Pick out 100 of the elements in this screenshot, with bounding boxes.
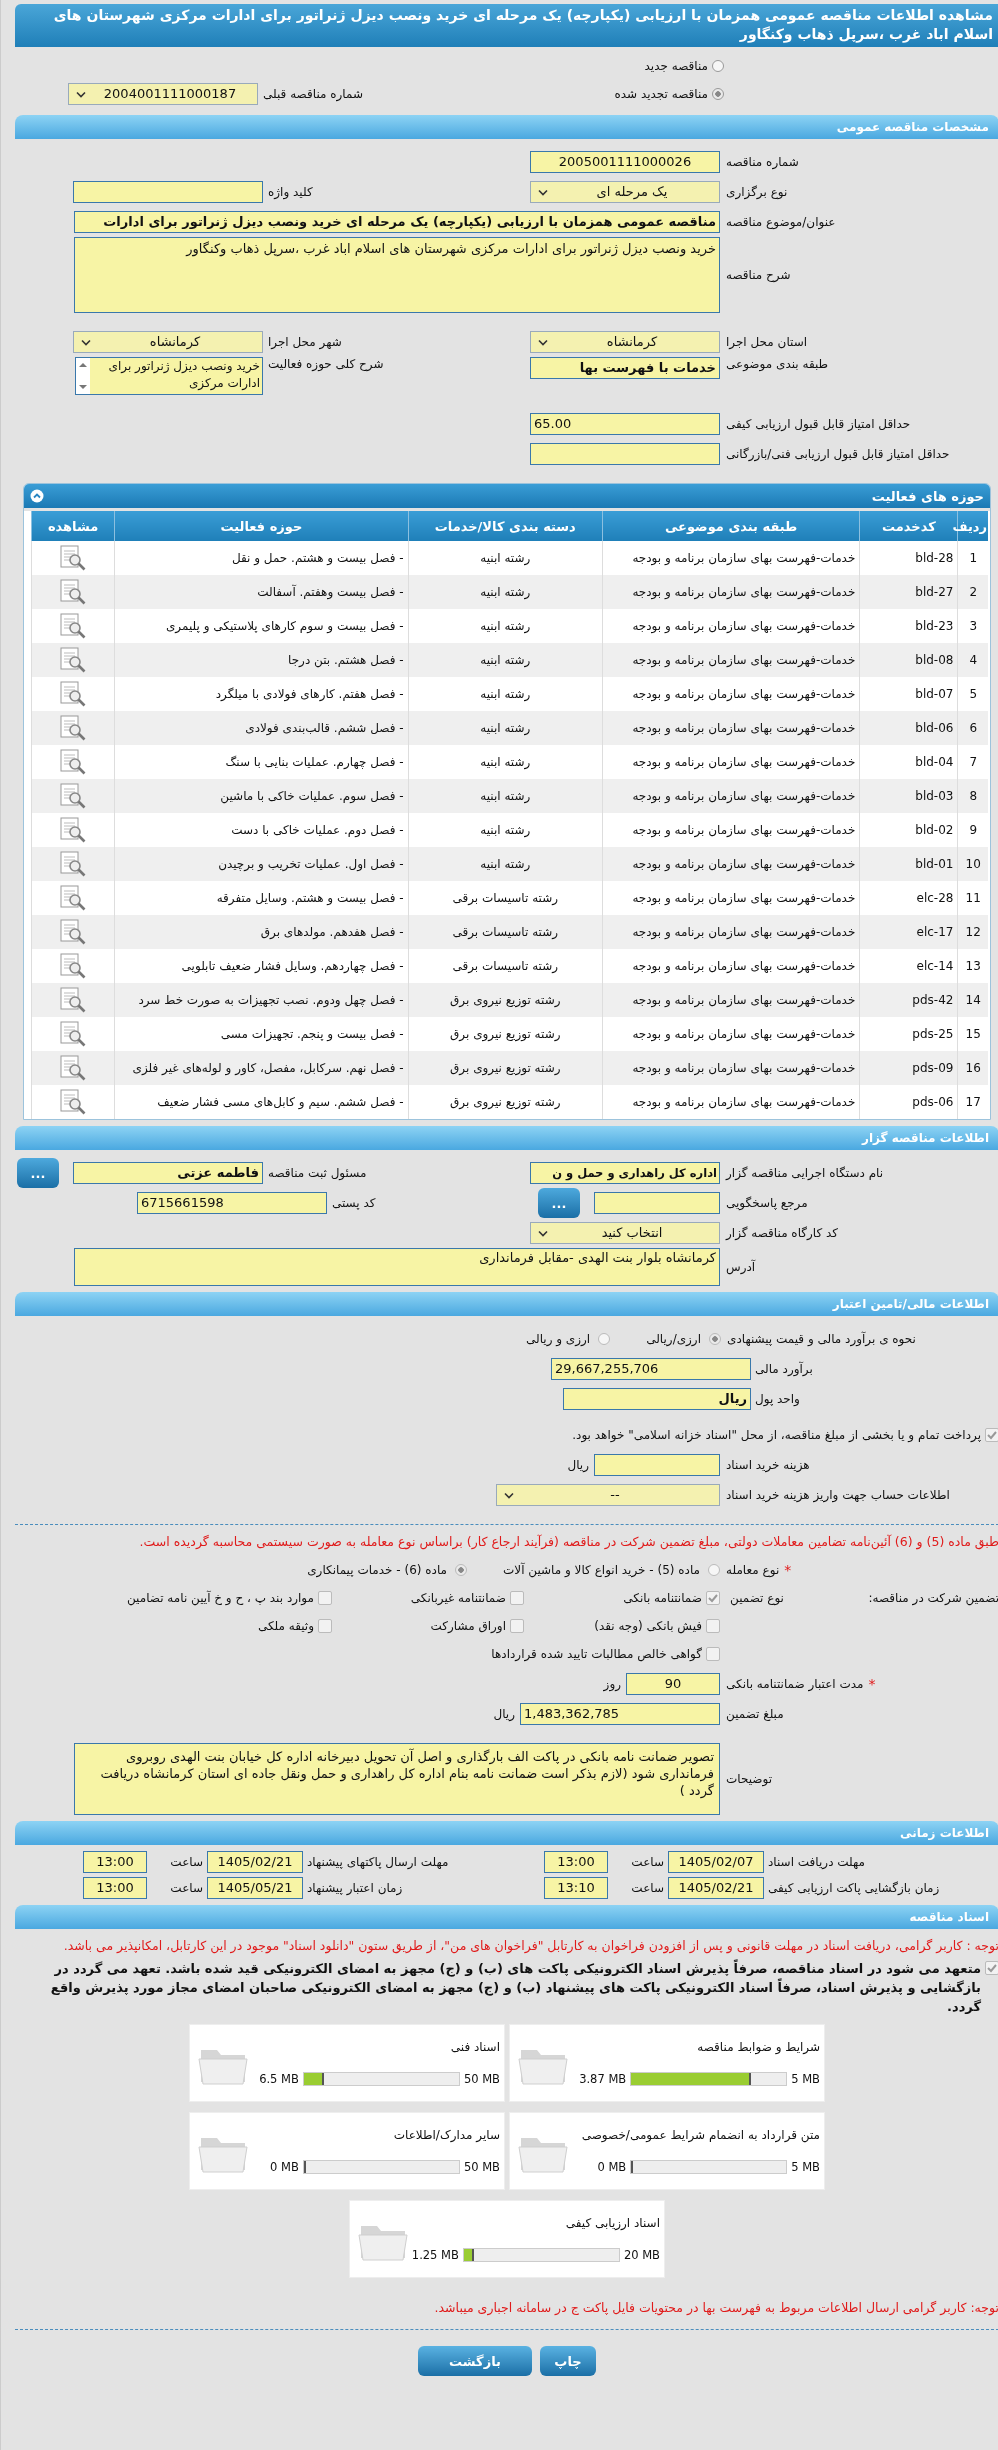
- radio-button[interactable]: [708, 1564, 720, 1576]
- checkbox[interactable]: [985, 1961, 998, 1975]
- checkbox[interactable]: [510, 1619, 524, 1633]
- table-cell: 10: [957, 847, 988, 881]
- checkbox[interactable]: [706, 1647, 720, 1661]
- option-label: ارزی/ریالی: [646, 1332, 701, 1346]
- table-cell: pds-09: [859, 1051, 958, 1085]
- table-cell: رشته ابنیه: [408, 711, 603, 745]
- radio-button[interactable]: [598, 1333, 611, 1345]
- collapse-icon[interactable]: [30, 489, 44, 503]
- document-search-icon[interactable]: [59, 715, 88, 741]
- field-label: شماره مناقصه: [725, 155, 800, 169]
- address-field[interactable]: کرمانشاه بلوار بنت الهدی -مقابل فرمانداری: [74, 1248, 720, 1286]
- document-search-icon[interactable]: [59, 647, 88, 673]
- reference-field[interactable]: [594, 1192, 720, 1214]
- currency-field[interactable]: ریال: [563, 1388, 751, 1410]
- browse-button[interactable]: ...: [538, 1188, 580, 1218]
- field-label: آدرس: [725, 1260, 757, 1274]
- holding-type-dropdown[interactable]: یک مرحله ای: [530, 181, 720, 203]
- checkbox[interactable]: [318, 1619, 332, 1633]
- field-label: شرح کلی حوزه فعالیت: [267, 357, 385, 371]
- field-label: نوع برگزاری: [725, 185, 789, 199]
- registrar-field[interactable]: فاطمه عزتی: [73, 1162, 263, 1184]
- field-label: نحوه ی برآورد مالی و قیمت پیشنهادی: [726, 1332, 917, 1346]
- technical-score-field[interactable]: [530, 443, 720, 465]
- document-name: سایر مدارک/اطلاعات: [392, 2128, 500, 2142]
- document-search-icon[interactable]: [59, 987, 88, 1013]
- agency-field[interactable]: اداره کل راهداری و حمل و ن: [530, 1162, 720, 1184]
- document-search-icon[interactable]: [59, 783, 88, 809]
- document-name: شرایط و ضوابط مناقصه: [696, 2040, 820, 2054]
- checkbox-label: ضمانتنامه غیربانکی: [410, 1591, 506, 1605]
- date-field[interactable]: 1405/02/21: [207, 1851, 303, 1873]
- description-field[interactable]: خرید ونصب دیزل ژنراتور برای ادارات مرکزی شهرستان های اسلام اباد غرب ،سرپل ذهاب وکنگاور: [74, 237, 720, 313]
- document-search-icon[interactable]: [59, 817, 88, 843]
- document-search-icon[interactable]: [59, 613, 88, 639]
- previous-tender-dropdown[interactable]: 2004001111000187: [68, 83, 258, 105]
- radio-button[interactable]: [712, 88, 724, 100]
- checkbox[interactable]: [706, 1619, 720, 1633]
- section-header: اطلاعات مالی/تامین اعتبار: [15, 1292, 998, 1316]
- estimate-field[interactable]: 29,667,255,706: [551, 1358, 751, 1380]
- document-search-icon[interactable]: [59, 885, 88, 911]
- checkbox[interactable]: [985, 1428, 998, 1442]
- action-button[interactable]: چاپ: [540, 2346, 596, 2376]
- guarantee-amount-field[interactable]: 1,483,362,785: [520, 1703, 720, 1725]
- time-field[interactable]: 13:00: [83, 1877, 147, 1899]
- field-label: استان محل اجرا: [725, 335, 809, 349]
- document-search-icon[interactable]: [59, 851, 88, 877]
- document-search-icon[interactable]: [59, 919, 88, 945]
- checkbox-label: فیش بانکی (وجه نقد): [594, 1619, 702, 1633]
- document-search-icon[interactable]: [59, 1021, 88, 1047]
- keyword-field[interactable]: [73, 181, 263, 203]
- checkbox[interactable]: [510, 1591, 524, 1605]
- browse-button[interactable]: ...: [17, 1158, 59, 1188]
- notes-field[interactable]: تصویر ضمانت نامه بانکی در پاکت الف بارگذاری و اصل آن تحویل دبیرخانه اداره کل خیابان بنت الهدی روبروی فرمانداری شود (لازم بذکر است ضمانت نامه بنام اداره کل راهداری و حمل ونقل جاده ای استان کرمانشاه دریافت گردد ): [74, 1743, 720, 1815]
- used-size: 6.5 MB: [259, 2072, 299, 2086]
- document-search-icon[interactable]: [59, 1055, 88, 1081]
- document-search-icon[interactable]: [59, 1089, 88, 1115]
- date-field[interactable]: 1405/05/21: [207, 1877, 303, 1899]
- time-field[interactable]: 13:00: [83, 1851, 147, 1873]
- table-cell: خدمات-فهرست بهای سازمان برنامه و بودجه: [602, 643, 860, 677]
- date-field[interactable]: 1405/02/07: [668, 1851, 764, 1873]
- checkbox[interactable]: [706, 1591, 720, 1605]
- table-cell: خدمات-فهرست بهای سازمان برنامه و بودجه: [602, 1051, 860, 1085]
- checkbox[interactable]: [318, 1591, 332, 1605]
- date-field[interactable]: 1405/02/21: [668, 1877, 764, 1899]
- document-search-icon[interactable]: [59, 749, 88, 775]
- checkbox-label: اوراق مشارکت: [430, 1619, 506, 1633]
- workshop-code-dropdown[interactable]: انتخاب کنید: [530, 1222, 720, 1244]
- field-label: اطلاعات حساب جهت واریز هزینه خرید اسناد: [725, 1488, 951, 1502]
- scrollbar-drawing: [76, 358, 90, 394]
- activity-summary-listbox[interactable]: خرید ونصب دیزل ژنراتور برای ادارات مرکزی: [75, 357, 263, 395]
- document-search-icon[interactable]: [59, 545, 88, 571]
- postal-code-field[interactable]: 6715661598: [137, 1192, 327, 1214]
- time-field[interactable]: 13:10: [544, 1877, 608, 1899]
- validity-field[interactable]: 90: [626, 1673, 720, 1695]
- tender-number-field[interactable]: 2005001111000026: [530, 151, 720, 173]
- section-header: مشخصات مناقصه عمومی: [15, 115, 998, 139]
- category-field[interactable]: خدمات با فهرست بها: [530, 357, 720, 379]
- table-cell: - فصل بیست وهفتم. آسفالت: [114, 575, 409, 609]
- account-dropdown[interactable]: --: [496, 1484, 720, 1506]
- document-name: متن قرارداد به انضمام شرایط عمومی/خصوصی: [580, 2128, 820, 2142]
- document-fee-field[interactable]: [594, 1454, 720, 1476]
- radio-button[interactable]: [712, 60, 724, 72]
- size-limit: 5 MB: [791, 2072, 820, 2086]
- document-search-icon[interactable]: [59, 953, 88, 979]
- time-field[interactable]: 13:00: [544, 1851, 608, 1873]
- document-search-icon[interactable]: [59, 681, 88, 707]
- panel-title: حوزه های فعالیت: [871, 488, 984, 504]
- document-search-icon[interactable]: [59, 579, 88, 605]
- radio-button[interactable]: [455, 1564, 467, 1576]
- table-cell: 17: [957, 1085, 988, 1119]
- documents-footer-notice: توجه: کاربر گرامی ارسال اطلاعات مربوط به فهرست بها در محتویات فایل پاکت ج در سامانه اجباری میباشد.: [433, 2300, 998, 2315]
- table-cell: 12: [957, 915, 988, 949]
- field-label: ساعت: [630, 1855, 665, 1869]
- city-dropdown[interactable]: کرمانشاه: [73, 331, 263, 353]
- action-button[interactable]: بازگشت: [418, 2346, 532, 2376]
- subject-field[interactable]: مناقصه عمومی همزمان با ارزیابی (یکپارچه) یک مرحله ای خرید ونصب دیزل ژنراتور برای ادارات: [74, 211, 720, 233]
- quality-score-field[interactable]: 65.00: [530, 413, 720, 435]
- radio-button[interactable]: [709, 1333, 721, 1345]
- province-dropdown[interactable]: کرمانشاه: [530, 331, 720, 353]
